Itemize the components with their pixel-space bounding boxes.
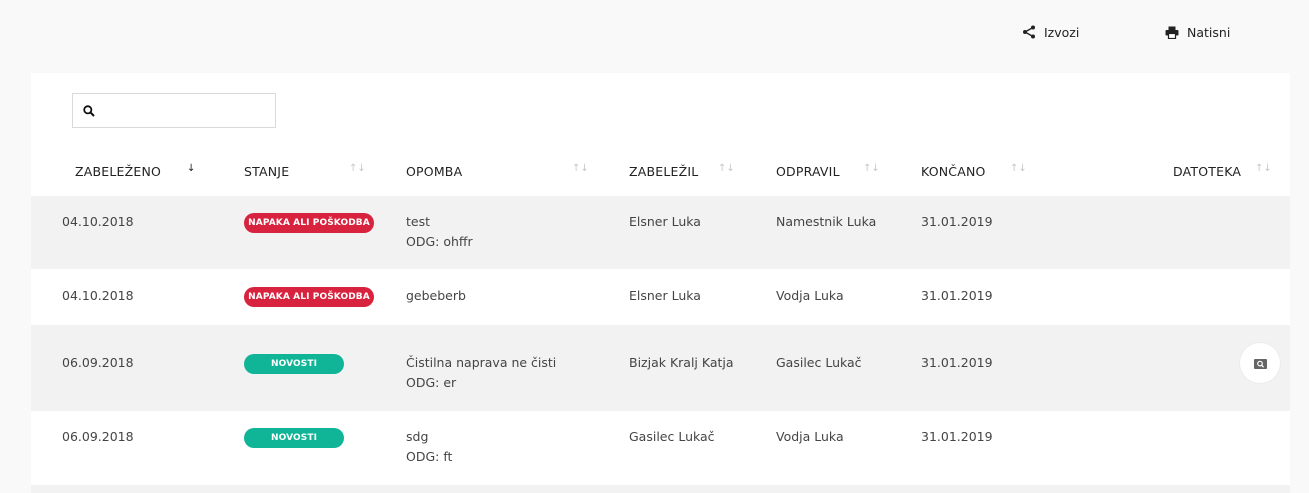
column-header-finished[interactable]: KONČANO bbox=[921, 161, 986, 181]
sort-icon[interactable]: ↑↓ bbox=[718, 164, 735, 174]
search-input[interactable] bbox=[103, 95, 263, 126]
finished-date: 31.01.2019 bbox=[921, 355, 993, 370]
finished-date: 31.01.2019 bbox=[921, 214, 993, 229]
finished-date: 31.01.2019 bbox=[921, 429, 993, 444]
resolved-by: Vodja Luka bbox=[776, 429, 844, 444]
recorded-by: Elsner Luka bbox=[629, 288, 701, 303]
search-box[interactable] bbox=[72, 93, 276, 128]
status-badge: NOVOSTI bbox=[244, 354, 344, 374]
recorded-date: 04.10.2018 bbox=[62, 288, 134, 303]
image-preview-icon bbox=[1253, 354, 1267, 373]
status-badge: NAPAKA ALI POŠKODBA bbox=[244, 213, 374, 233]
sort-desc-icon[interactable]: ↓ bbox=[187, 164, 195, 174]
column-header-recorded-by[interactable]: ZABELEŽIL bbox=[629, 161, 698, 181]
print-label: Natisni bbox=[1187, 24, 1231, 40]
column-header-file[interactable]: DATOTEKA bbox=[1173, 161, 1241, 181]
status-badge: NAPAKA ALI POŠKODBA bbox=[244, 287, 374, 307]
printer-icon bbox=[1165, 26, 1179, 39]
column-header-status[interactable]: STANJE bbox=[244, 161, 289, 181]
top-toolbar: Izvozi Natisni bbox=[0, 0, 1309, 73]
note-text: gebeberb bbox=[406, 288, 466, 303]
resolved-by: Namestnik Luka bbox=[776, 214, 877, 229]
sort-icon[interactable]: ↑↓ bbox=[349, 164, 366, 174]
column-header-resolved-by[interactable]: ODPRAVIL bbox=[776, 161, 840, 181]
finished-date: 31.01.2019 bbox=[921, 288, 993, 303]
export-label: Izvozi bbox=[1044, 24, 1080, 40]
sort-icon[interactable]: ↑↓ bbox=[1010, 164, 1027, 174]
print-button[interactable]: Natisni bbox=[1165, 22, 1230, 42]
sort-icon[interactable]: ↑↓ bbox=[1255, 164, 1272, 174]
file-preview-button[interactable] bbox=[1240, 343, 1280, 383]
table-row[interactable]: 04.10.2018 NAPAKA ALI POŠKODBA gebeberb … bbox=[31, 269, 1290, 325]
sort-icon[interactable]: ↑↓ bbox=[863, 164, 880, 174]
status-badge: NOVOSTI bbox=[244, 428, 344, 448]
table-row[interactable]: 04.10.2018 NAPAKA ALI POŠKODBA test ODG:… bbox=[31, 196, 1290, 269]
sort-icon[interactable]: ↑↓ bbox=[572, 164, 589, 174]
recorded-by: Gasilec Lukač bbox=[629, 429, 715, 444]
search-icon bbox=[83, 104, 95, 117]
recorded-date: 06.09.2018 bbox=[62, 429, 134, 444]
resolved-by: Gasilec Lukač bbox=[776, 355, 862, 370]
column-header-note[interactable]: OPOMBA bbox=[406, 161, 462, 181]
resolved-by: Vodja Luka bbox=[776, 288, 844, 303]
log-table-card: ZABELEŽENO ↓ STANJE ↑↓ OPOMBA ↑↓ ZABELEŽ… bbox=[31, 73, 1290, 493]
table-row[interactable]: 06.09.2018 NOVOSTI sdg ODG: ft Gasilec L… bbox=[31, 411, 1290, 485]
table-row[interactable]: 06.09.2018 NOVOSTI Čistilna naprava ne č… bbox=[31, 325, 1290, 411]
note-text: test bbox=[406, 214, 431, 229]
note-text: Čistilna naprava ne čisti bbox=[406, 355, 557, 370]
recorded-date: 04.10.2018 bbox=[62, 214, 134, 229]
recorded-by: Bizjak Kralj Katja bbox=[629, 355, 734, 370]
note-reply: ODG: er bbox=[406, 375, 457, 390]
note-text: sdg bbox=[406, 429, 429, 444]
share-icon bbox=[1022, 25, 1036, 39]
column-header-recorded[interactable]: ZABELEŽENO bbox=[75, 161, 161, 181]
export-button[interactable]: Izvozi bbox=[1022, 22, 1079, 42]
recorded-by: Elsner Luka bbox=[629, 214, 701, 229]
note-reply: ODG: ohffr bbox=[406, 234, 473, 249]
note-reply: ODG: ft bbox=[406, 449, 453, 464]
table-row bbox=[31, 485, 1290, 493]
recorded-date: 06.09.2018 bbox=[62, 355, 134, 370]
